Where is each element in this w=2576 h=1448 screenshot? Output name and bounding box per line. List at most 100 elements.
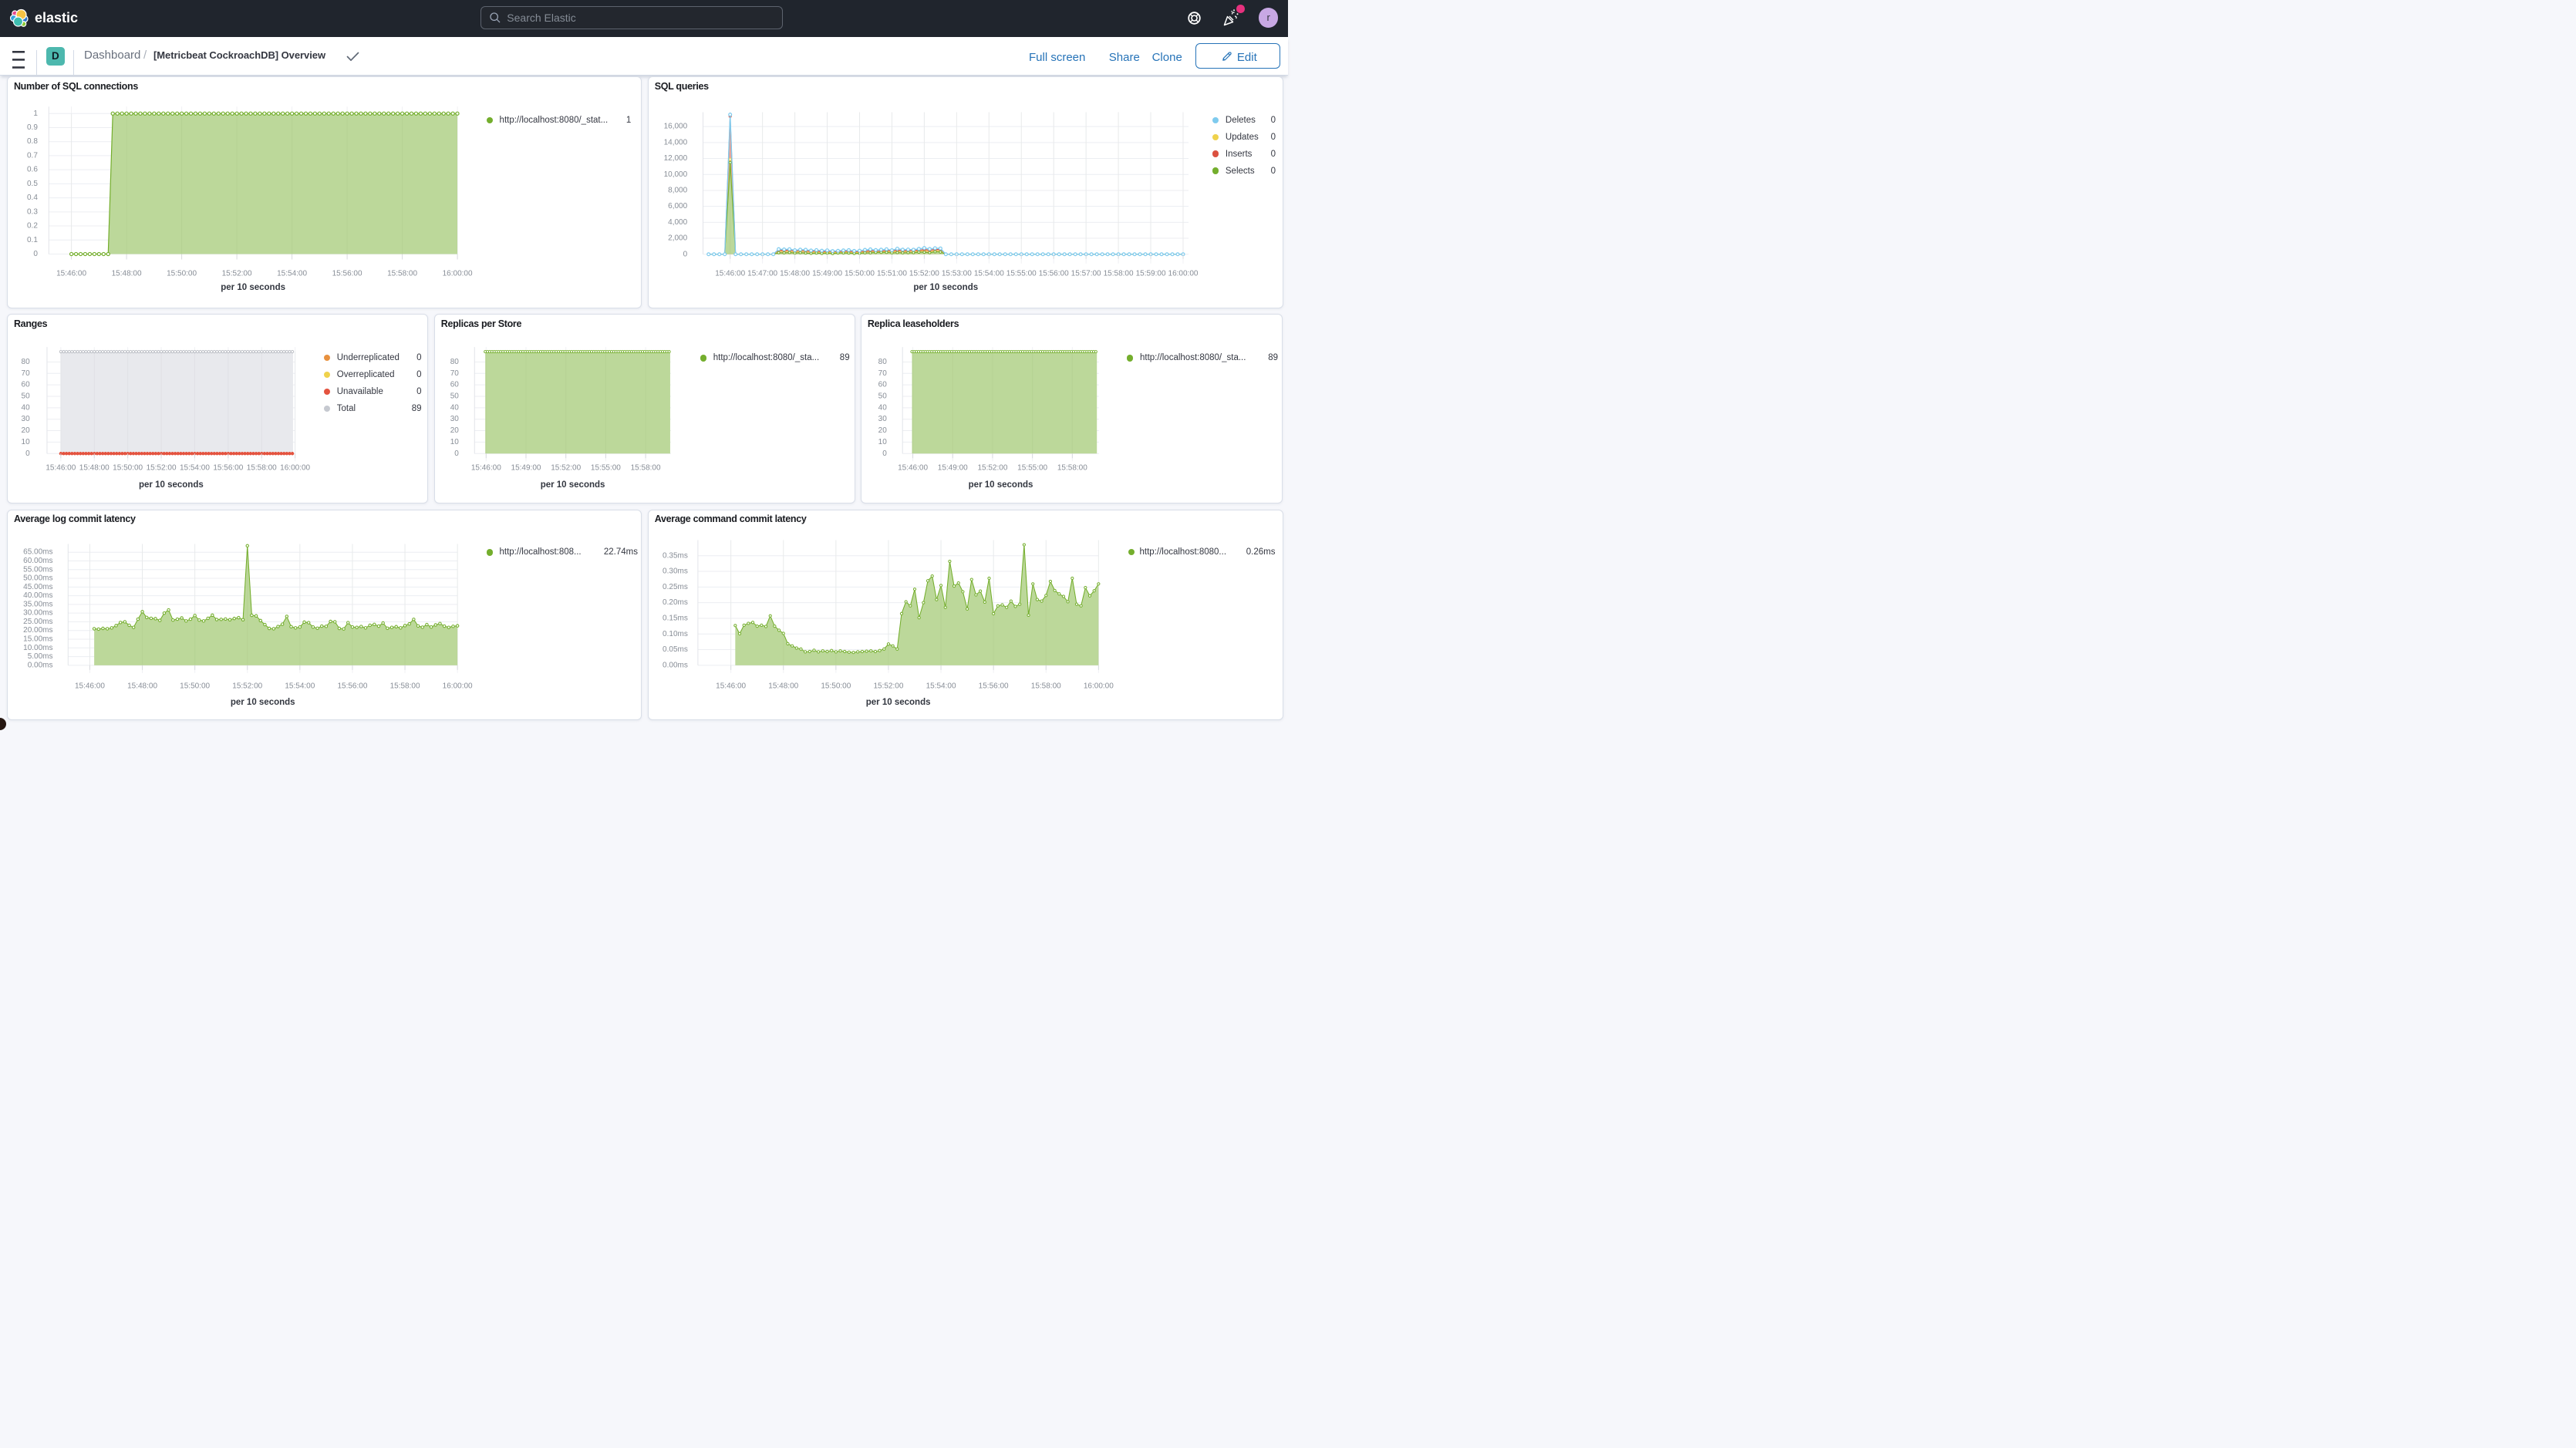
svg-text:15:58:00: 15:58:00 [1057,463,1087,472]
svg-text:15:58:00: 15:58:00 [247,463,277,472]
svg-text:15:52:00: 15:52:00 [232,682,262,690]
svg-text:15:49:00: 15:49:00 [812,270,842,278]
svg-text:15:50:00: 15:50:00 [167,270,197,278]
svg-text:0.3: 0.3 [27,208,38,217]
svg-text:10.00ms: 10.00ms [23,644,52,652]
svg-text:45.00ms: 45.00ms [23,583,52,591]
svg-text:15:56:00: 15:56:00 [337,682,367,690]
svg-text:15:54:00: 15:54:00 [973,270,1003,278]
svg-text:15:52:00: 15:52:00 [551,463,581,472]
svg-text:15:50:00: 15:50:00 [180,682,210,690]
svg-text:15:51:00: 15:51:00 [876,270,906,278]
svg-text:15:49:00: 15:49:00 [511,463,541,472]
svg-text:per 10 seconds: per 10 seconds [968,480,1033,490]
svg-text:0.6: 0.6 [27,166,38,174]
svg-text:15:46:00: 15:46:00 [56,270,86,278]
svg-text:per 10 seconds: per 10 seconds [231,698,295,707]
svg-text:0.25ms: 0.25ms [663,583,688,591]
svg-text:0.8: 0.8 [27,137,38,146]
svg-text:60: 60 [878,381,887,389]
svg-text:15:56:00: 15:56:00 [1038,270,1068,278]
svg-text:0.5: 0.5 [27,180,38,188]
svg-text:16:00:00: 16:00:00 [1083,682,1113,690]
svg-text:per 10 seconds: per 10 seconds [540,480,605,490]
svg-text:0.2: 0.2 [27,222,38,231]
svg-text:30: 30 [878,415,887,423]
svg-text:20.00ms: 20.00ms [23,626,52,635]
svg-text:15:58:00: 15:58:00 [389,682,420,690]
svg-text:15:48:00: 15:48:00 [780,270,810,278]
svg-text:per 10 seconds: per 10 seconds [221,283,285,292]
svg-text:70: 70 [878,369,887,378]
svg-text:0.1: 0.1 [27,236,38,244]
svg-text:15:52:00: 15:52:00 [977,463,1007,472]
svg-text:per 10 seconds: per 10 seconds [913,283,978,292]
svg-text:15:56:00: 15:56:00 [332,270,362,278]
svg-text:15:49:00: 15:49:00 [937,463,967,472]
svg-text:15:52:00: 15:52:00 [146,463,176,472]
svg-text:0: 0 [683,251,687,259]
svg-text:15:56:00: 15:56:00 [978,682,1008,690]
svg-text:15:54:00: 15:54:00 [926,682,956,690]
svg-text:50.00ms: 50.00ms [23,574,52,582]
svg-text:55.00ms: 55.00ms [23,565,52,574]
svg-text:15:48:00: 15:48:00 [127,682,157,690]
svg-text:10: 10 [21,438,30,446]
svg-text:40: 40 [878,403,887,412]
svg-text:15:55:00: 15:55:00 [591,463,621,472]
svg-text:15:54:00: 15:54:00 [277,270,307,278]
svg-text:0: 0 [25,450,30,458]
svg-text:15:55:00: 15:55:00 [1017,463,1047,472]
svg-text:15.00ms: 15.00ms [23,635,52,643]
svg-text:16:00:00: 16:00:00 [1168,270,1198,278]
svg-text:15:46:00: 15:46:00 [75,682,105,690]
svg-text:15:58:00: 15:58:00 [387,270,417,278]
svg-text:15:47:00: 15:47:00 [747,270,777,278]
svg-text:0.30ms: 0.30ms [663,567,688,575]
svg-text:70: 70 [450,369,459,378]
svg-text:0: 0 [882,450,887,458]
svg-text:30: 30 [450,415,459,423]
svg-text:0.00ms: 0.00ms [663,661,688,669]
svg-text:30: 30 [21,415,30,423]
svg-text:15:52:00: 15:52:00 [909,270,939,278]
svg-text:40: 40 [450,403,459,412]
svg-text:per 10 seconds: per 10 seconds [865,698,930,707]
svg-text:2,000: 2,000 [668,234,687,243]
svg-text:15:54:00: 15:54:00 [285,682,315,690]
svg-text:20: 20 [21,426,30,435]
svg-text:15:46:00: 15:46:00 [715,270,745,278]
svg-text:0.05ms: 0.05ms [663,645,688,654]
svg-text:6,000: 6,000 [668,202,687,210]
svg-text:15:46:00: 15:46:00 [46,463,76,472]
svg-text:15:48:00: 15:48:00 [768,682,798,690]
svg-text:16:00:00: 16:00:00 [280,463,310,472]
svg-text:0: 0 [33,250,38,258]
svg-text:15:57:00: 15:57:00 [1071,270,1101,278]
svg-text:15:46:00: 15:46:00 [898,463,928,472]
svg-text:0.10ms: 0.10ms [663,630,688,638]
svg-text:0.15ms: 0.15ms [663,614,688,622]
svg-text:15:58:00: 15:58:00 [1030,682,1060,690]
svg-text:50: 50 [878,392,887,401]
svg-text:0.00ms: 0.00ms [27,661,52,669]
svg-text:15:50:00: 15:50:00 [821,682,851,690]
svg-text:0.4: 0.4 [27,194,38,202]
svg-text:per 10 seconds: per 10 seconds [139,480,204,490]
svg-text:15:48:00: 15:48:00 [79,463,110,472]
svg-text:0.7: 0.7 [27,152,38,160]
svg-text:15:46:00: 15:46:00 [470,463,501,472]
svg-text:4,000: 4,000 [668,218,687,227]
svg-text:15:48:00: 15:48:00 [111,270,141,278]
svg-text:30.00ms: 30.00ms [23,608,52,617]
svg-text:50: 50 [450,392,459,401]
svg-text:20: 20 [450,426,459,435]
svg-text:15:58:00: 15:58:00 [630,463,660,472]
svg-text:0.20ms: 0.20ms [663,598,688,607]
svg-text:16:00:00: 16:00:00 [442,682,472,690]
svg-text:10: 10 [878,438,887,446]
svg-text:40.00ms: 40.00ms [23,591,52,600]
svg-text:15:56:00: 15:56:00 [213,463,243,472]
svg-text:0: 0 [454,450,459,458]
svg-text:15:58:00: 15:58:00 [1103,270,1133,278]
